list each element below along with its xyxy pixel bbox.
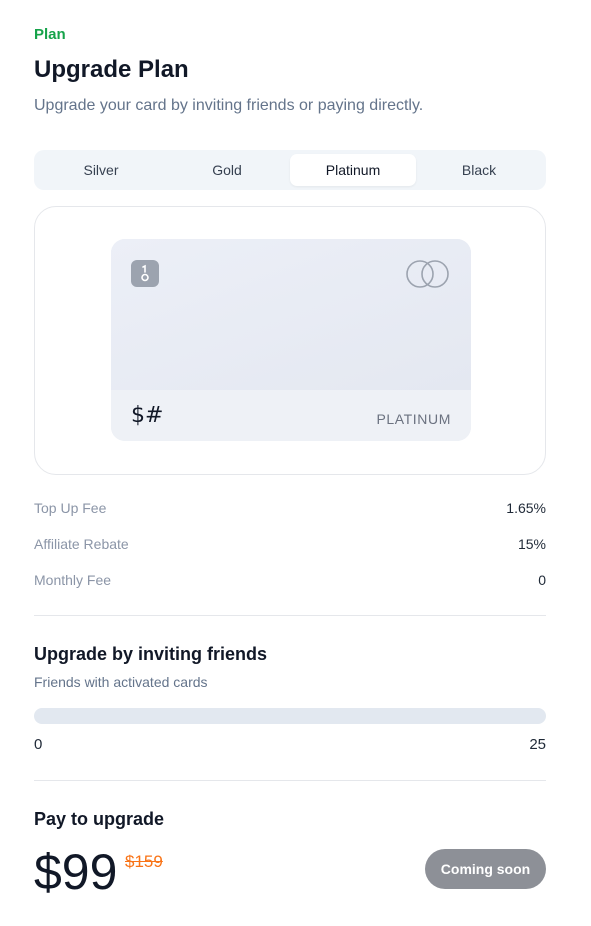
fee-row-affiliate-rebate: Affiliate Rebate 15% [34, 536, 546, 572]
divider [34, 615, 546, 616]
fee-row-top-up: Top Up Fee 1.65% [34, 500, 546, 536]
progress-min-label: 0 [34, 736, 43, 753]
upgrade-price: $99 [34, 844, 118, 900]
page-title: Upgrade Plan [34, 56, 189, 83]
fee-label: Affiliate Rebate [34, 536, 129, 552]
fee-list: Top Up Fee 1.65% Affiliate Rebate 15% Mo… [34, 500, 546, 608]
fee-value: 1.65% [506, 500, 546, 516]
card-preview: $# PLATINUM [111, 239, 471, 441]
tab-silver[interactable]: Silver [38, 154, 164, 186]
invite-progress-bar [34, 708, 546, 724]
invite-section-title: Upgrade by inviting friends [34, 644, 268, 664]
original-price: $159 [125, 852, 163, 871]
coming-soon-button[interactable]: Coming soon [425, 849, 546, 889]
tab-black[interactable]: Black [416, 154, 542, 186]
pay-section-title: Pay to upgrade [34, 809, 165, 829]
tab-platinum[interactable]: Platinum [290, 154, 416, 186]
fee-value: 0 [538, 572, 546, 588]
tier-tabs: Silver Gold Platinum Black [34, 150, 546, 190]
section-eyebrow: Plan [34, 26, 66, 43]
upgrade-plan-page: Plan Upgrade Plan Upgrade your card by i… [0, 0, 591, 926]
tab-gold[interactable]: Gold [164, 154, 290, 186]
fee-label: Top Up Fee [34, 500, 107, 516]
fee-row-monthly-fee: Monthly Fee 0 [34, 572, 546, 608]
mastercard-rings-icon [406, 260, 449, 288]
page-subtitle: Upgrade your card by inviting friends or… [34, 97, 424, 114]
progress-max-label: 25 [529, 736, 546, 753]
card-tier-label: PLATINUM [376, 411, 451, 427]
divider [34, 780, 546, 781]
chip-icon [131, 260, 159, 287]
invite-section-subtitle: Friends with activated cards [34, 674, 208, 690]
card-preview-frame: $# PLATINUM [34, 206, 546, 475]
fee-label: Monthly Fee [34, 572, 112, 588]
fee-value: 15% [517, 536, 546, 552]
card-brand-mark: $# [131, 403, 164, 428]
